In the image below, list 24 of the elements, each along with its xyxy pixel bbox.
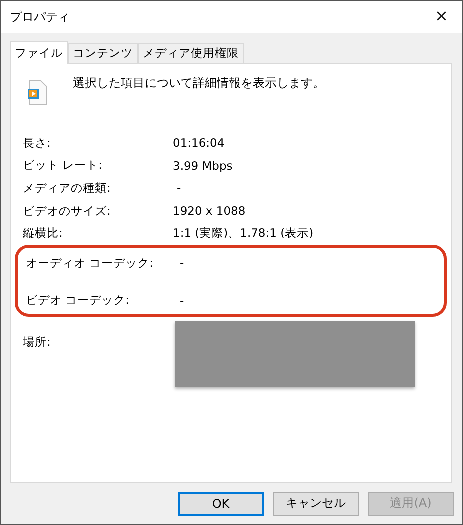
tab[interactable]: コンテンツ (68, 43, 138, 63)
tab[interactable]: ファイル (10, 41, 68, 64)
property-value: - (179, 294, 186, 308)
property-label: ビデオ コーデック: (26, 293, 131, 308)
property-value: 3.99 Mbps (173, 158, 234, 173)
property-label: ビット レート: (23, 158, 104, 174)
property-label: ビデオのサイズ: (23, 204, 112, 219)
property-value: - (176, 181, 182, 196)
property-value: 1:1 (実際)、1.78:1 (表示) (173, 226, 315, 242)
property-value: - (179, 256, 186, 270)
video-file-icon (27, 80, 49, 106)
dialog-button[interactable]: キャンセル (273, 492, 359, 516)
property-label: 長さ: (23, 136, 52, 151)
property-label: 縦横比: (23, 226, 64, 242)
description-text: 選択した項目について詳細情報を表示します。 (73, 75, 325, 92)
window-title: プロパティ (10, 8, 70, 26)
property-label: オーディオ コーデック: (26, 256, 155, 271)
property-label: メディアの種類: (23, 180, 112, 196)
property-value: 01:16:04 (173, 136, 226, 150)
close-button[interactable]: ✕ (433, 7, 450, 27)
dialog-button[interactable]: OK (178, 492, 264, 516)
tab[interactable]: メディア使用権限 (138, 43, 244, 63)
property-label: 場所: (23, 335, 52, 352)
property-value: 1920 x 1088 (173, 204, 247, 218)
